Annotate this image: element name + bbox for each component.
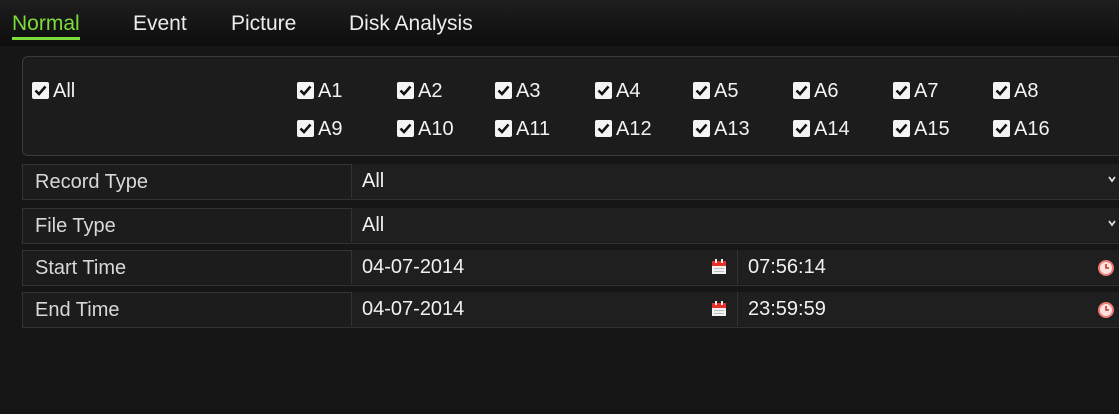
checkbox-checked-icon [993, 120, 1010, 137]
channel-checkbox[interactable]: A2 [397, 79, 442, 103]
clock-icon[interactable] [1097, 259, 1115, 277]
record-type-value: All [362, 170, 385, 192]
channel-checkbox[interactable]: A6 [793, 79, 838, 103]
channel-checkbox[interactable]: A14 [793, 117, 850, 141]
channel-label: A6 [814, 80, 839, 102]
channel-label: A3 [516, 80, 541, 102]
checkbox-all-label: All [53, 80, 76, 102]
checkbox-checked-icon [297, 120, 314, 137]
checkbox-checked-icon [495, 82, 512, 99]
tab-disk-analysis[interactable]: Disk Analysis [349, 12, 473, 36]
clock-icon[interactable] [1097, 301, 1115, 319]
checkbox-checked-icon [693, 120, 710, 137]
record-type-dropdown[interactable]: All [351, 164, 1119, 198]
checkbox-all[interactable]: All [32, 79, 75, 103]
checkbox-checked-icon [893, 120, 910, 137]
tab-normal[interactable]: Normal [12, 12, 80, 40]
start-time-field[interactable]: 07:56:14 [737, 250, 1119, 284]
checkbox-checked-icon [595, 120, 612, 137]
start-date-field[interactable]: 04-07-2014 [351, 250, 737, 284]
channel-checkbox[interactable]: A10 [397, 117, 454, 141]
channel-checkbox[interactable]: A9 [297, 117, 342, 141]
record-type-label: Record Type [35, 171, 149, 193]
channel-label: A13 [714, 118, 750, 140]
channel-checkbox[interactable]: A7 [893, 79, 938, 103]
start-time-value: 07:56:14 [748, 256, 826, 278]
record-type-row: Record Type All [22, 164, 1119, 200]
calendar-icon[interactable] [711, 301, 727, 317]
end-time-field[interactable]: 23:59:59 [737, 292, 1119, 326]
end-date-field[interactable]: 04-07-2014 [351, 292, 737, 326]
checkbox-checked-icon [893, 82, 910, 99]
channel-checkbox[interactable]: A11 [495, 117, 550, 141]
end-time-row: End Time 04-07-2014 23:59:59 [22, 292, 1119, 328]
checkbox-checked-icon [993, 82, 1010, 99]
channel-label: A7 [914, 80, 939, 102]
channel-checkbox[interactable]: A12 [595, 117, 652, 141]
chevron-down-icon [1108, 220, 1116, 227]
checkbox-checked-icon [793, 82, 810, 99]
channel-label: A10 [418, 118, 454, 140]
channel-selection-panel: All A1 A2 A3 A4 A5 A6 A7 A8 A9 A10 A11 A12 A13 A14 A15… [22, 56, 1119, 156]
start-date-value: 04-07-2014 [362, 256, 465, 278]
channel-checkbox[interactable]: A15 [893, 117, 950, 141]
channel-label: A14 [814, 118, 850, 140]
file-type-label: File Type [35, 215, 116, 237]
end-date-value: 04-07-2014 [362, 298, 465, 320]
channel-label: A11 [516, 118, 551, 140]
channel-label: A5 [714, 80, 739, 102]
channel-label: A15 [914, 118, 950, 140]
channel-checkbox[interactable]: A3 [495, 79, 540, 103]
start-time-label: Start Time [35, 257, 127, 279]
checkbox-checked-icon [397, 82, 414, 99]
start-time-row: Start Time 04-07-2014 07:56:14 [22, 250, 1119, 286]
end-time-value: 23:59:59 [748, 298, 826, 320]
channel-checkbox[interactable]: A5 [693, 79, 738, 103]
file-type-value: All [362, 214, 385, 236]
channel-checkbox[interactable]: A4 [595, 79, 640, 103]
file-type-row: File Type All [22, 208, 1119, 244]
channel-checkbox[interactable]: A1 [297, 79, 342, 103]
checkbox-checked-icon [693, 82, 710, 99]
checkbox-checked-icon [793, 120, 810, 137]
checkbox-checked-icon [297, 82, 314, 99]
checkbox-checked-icon [595, 82, 612, 99]
chevron-down-icon [1108, 176, 1116, 183]
channel-label: A1 [318, 80, 343, 102]
channel-label: A16 [1014, 118, 1050, 140]
checkbox-checked-icon [495, 120, 512, 137]
checkbox-checked-icon [397, 120, 414, 137]
channel-label: A8 [1014, 80, 1039, 102]
tab-bar: Normal Event Picture Disk Analysis [0, 0, 1119, 46]
tab-event[interactable]: Event [133, 12, 187, 36]
channel-label: A12 [616, 118, 652, 140]
checkbox-checked-icon [32, 82, 49, 99]
tab-picture[interactable]: Picture [231, 12, 296, 36]
calendar-icon[interactable] [711, 259, 727, 275]
channel-checkbox[interactable]: A8 [993, 79, 1038, 103]
file-type-dropdown[interactable]: All [351, 208, 1119, 242]
channel-label: A4 [616, 80, 641, 102]
channel-checkbox[interactable]: A13 [693, 117, 750, 141]
channel-label: A9 [318, 118, 343, 140]
channel-label: A2 [418, 80, 443, 102]
channel-checkbox[interactable]: A16 [993, 117, 1050, 141]
end-time-label: End Time [35, 299, 120, 321]
